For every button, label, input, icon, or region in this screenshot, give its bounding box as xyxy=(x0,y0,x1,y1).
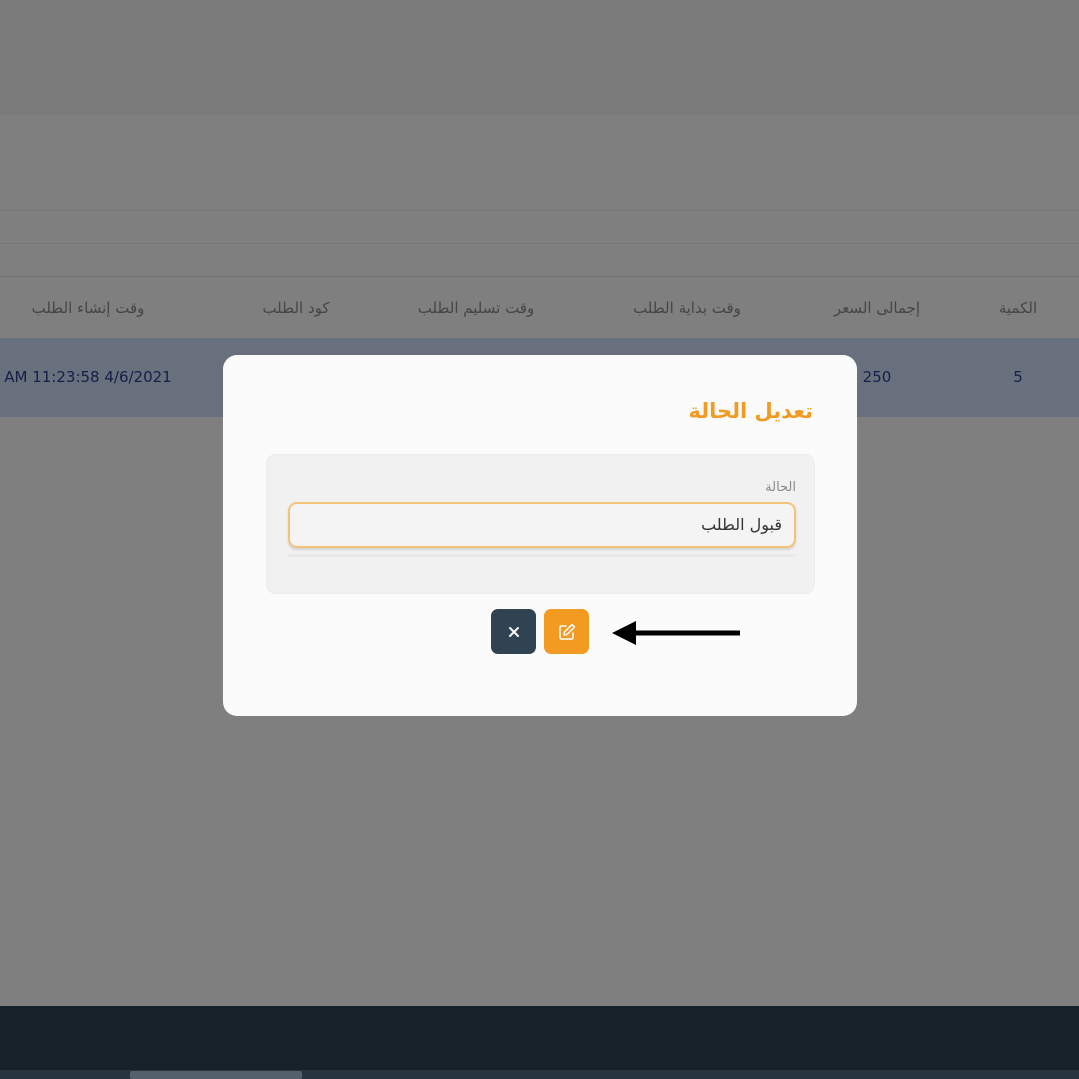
save-edit-button[interactable] xyxy=(544,609,589,654)
status-select[interactable]: قبول الطلب xyxy=(288,502,796,548)
status-field-label: الحالة xyxy=(765,480,796,495)
close-icon xyxy=(508,626,519,637)
status-select-value: قبول الطلب xyxy=(701,515,782,534)
cancel-button[interactable] xyxy=(491,609,536,654)
dialog-title: تعديل الحالة xyxy=(688,399,813,423)
field-divider xyxy=(288,554,796,557)
pointer-arrow-icon xyxy=(612,621,740,645)
edit-icon xyxy=(558,623,575,640)
edit-status-dialog: تعديل الحالة الحالة قبول الطلب xyxy=(223,355,857,716)
status-form: الحالة قبول الطلب xyxy=(266,454,815,594)
